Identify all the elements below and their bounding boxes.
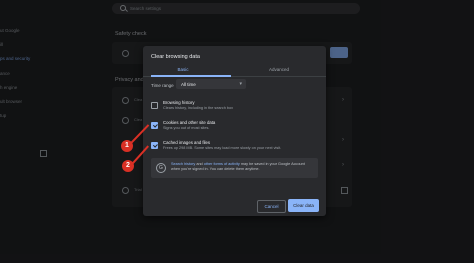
callout-badge-1: 1 [121, 140, 133, 152]
cookies-checkbox[interactable] [151, 122, 158, 129]
clear-browsing-data-dialog: Clear browsing data Basic Advanced Time … [143, 46, 326, 216]
browsing-history-subtitle: Clears history, including in the search … [163, 106, 233, 110]
cancel-button[interactable]: Cancel [257, 200, 286, 213]
clear-data-button[interactable]: Clear data [288, 199, 319, 212]
other-activity-link[interactable]: other forms of activity [204, 162, 240, 166]
cached-images-subtitle: Frees up 298 MB. Some sites may load mor… [163, 146, 282, 150]
time-range-select[interactable]: All time ▾ [176, 79, 246, 89]
cookies-subtitle: Signs you out of most sites. [163, 126, 210, 130]
active-tab-indicator [151, 75, 231, 77]
browsing-history-title: Browsing history [163, 100, 195, 105]
dialog-title: Clear browsing data [151, 54, 200, 60]
cached-images-title: Cached images and files [163, 140, 211, 145]
search-history-link[interactable]: Search history [171, 162, 195, 166]
time-range-label: Time range [151, 83, 174, 88]
cookies-title: Cookies and other site data [163, 120, 216, 125]
cached-images-checkbox[interactable] [151, 142, 158, 149]
google-account-info: Search history and other forms of activi… [151, 158, 318, 178]
info-text: Search history and other forms of activi… [171, 162, 311, 172]
tab-basic[interactable]: Basic [153, 67, 213, 72]
google-icon [156, 163, 166, 173]
browsing-history-checkbox[interactable] [151, 102, 158, 109]
tab-advanced[interactable]: Advanced [249, 67, 309, 72]
info-text-mid: and [195, 162, 204, 166]
time-range-value: All time [181, 81, 196, 87]
callout-badge-2: 2 [122, 160, 134, 172]
chevron-down-icon: ▾ [239, 80, 242, 87]
